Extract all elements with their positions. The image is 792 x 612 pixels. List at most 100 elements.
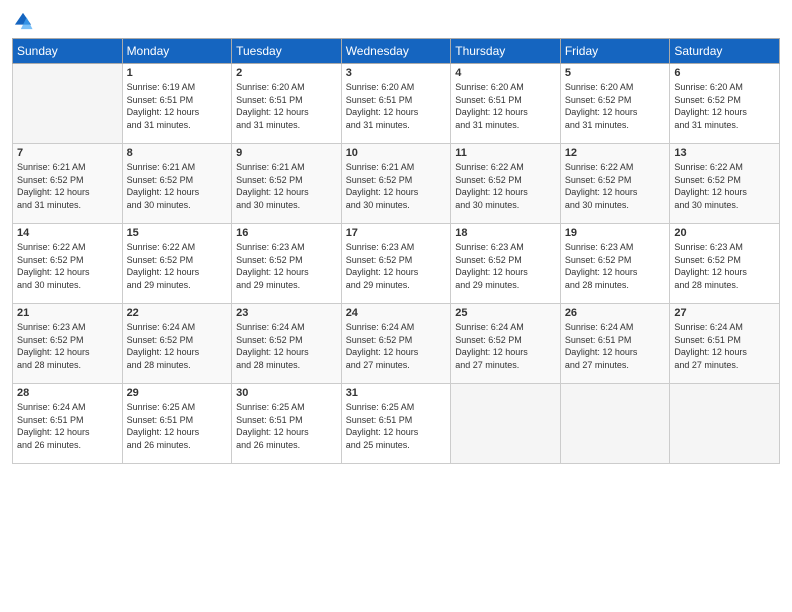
day-number: 16 [236, 227, 337, 239]
day-cell: 7 Sunrise: 6:21 AM Sunset: 6:52 PM Daylig… [13, 144, 123, 224]
day-cell: 12 Sunrise: 6:22 AM Sunset: 6:52 PM Dayli… [560, 144, 670, 224]
day-info: Sunrise: 6:25 AM Sunset: 6:51 PM Dayligh… [346, 401, 447, 451]
day-cell: 6 Sunrise: 6:20 AM Sunset: 6:52 PM Daylig… [670, 64, 780, 144]
col-header-wednesday: Wednesday [341, 39, 451, 64]
day-cell: 23 Sunrise: 6:24 AM Sunset: 6:52 PM Dayli… [232, 304, 342, 384]
week-row-2: 7 Sunrise: 6:21 AM Sunset: 6:52 PM Daylig… [13, 144, 780, 224]
day-cell: 16 Sunrise: 6:23 AM Sunset: 6:52 PM Dayli… [232, 224, 342, 304]
day-number: 11 [455, 147, 556, 159]
day-cell: 22Sunrise: 6:24 AM Sunset: 6:52 PM Dayli… [122, 304, 232, 384]
day-cell: 8 Sunrise: 6:21 AM Sunset: 6:52 PM Daylig… [122, 144, 232, 224]
day-cell: 28Sunrise: 6:24 AM Sunset: 6:51 PM Dayli… [13, 384, 123, 464]
day-info: Sunrise: 6:22 AM Sunset: 6:52 PM Dayligh… [674, 161, 775, 211]
day-info: Sunrise: 6:24 AM Sunset: 6:51 PM Dayligh… [674, 321, 775, 371]
day-info: Sunrise: 6:21 AM Sunset: 6:52 PM Dayligh… [236, 161, 337, 211]
day-number: 13 [674, 147, 775, 159]
day-number: 2 [236, 67, 337, 79]
day-info: Sunrise: 6:21 AM Sunset: 6:52 PM Dayligh… [127, 161, 228, 211]
day-cell: 17 Sunrise: 6:23 AM Sunset: 6:52 PM Dayli… [341, 224, 451, 304]
day-number: 18 [455, 227, 556, 239]
col-header-friday: Friday [560, 39, 670, 64]
day-number: 26 [565, 307, 666, 319]
day-cell: 14Sunrise: 6:22 AM Sunset: 6:52 PM Dayli… [13, 224, 123, 304]
day-number: 27 [674, 307, 775, 319]
logo-icon [12, 10, 34, 32]
day-cell: 20 Sunrise: 6:23 AM Sunset: 6:52 PM Dayli… [670, 224, 780, 304]
day-cell: 1 Sunrise: 6:19 AM Sunset: 6:51 PM Daylig… [122, 64, 232, 144]
day-number: 12 [565, 147, 666, 159]
logo [12, 10, 36, 32]
day-info: Sunrise: 6:23 AM Sunset: 6:52 PM Dayligh… [674, 241, 775, 291]
day-info: Sunrise: 6:24 AM Sunset: 6:51 PM Dayligh… [17, 401, 118, 451]
day-info: Sunrise: 6:23 AM Sunset: 6:52 PM Dayligh… [565, 241, 666, 291]
day-number: 7 [17, 147, 118, 159]
day-number: 6 [674, 67, 775, 79]
day-cell: 15 Sunrise: 6:22 AM Sunset: 6:52 PM Dayli… [122, 224, 232, 304]
day-info: Sunrise: 6:21 AM Sunset: 6:52 PM Dayligh… [17, 161, 118, 211]
day-number: 3 [346, 67, 447, 79]
day-info: Sunrise: 6:25 AM Sunset: 6:51 PM Dayligh… [127, 401, 228, 451]
day-number: 22 [127, 307, 228, 319]
day-cell: 9 Sunrise: 6:21 AM Sunset: 6:52 PM Daylig… [232, 144, 342, 224]
col-header-monday: Monday [122, 39, 232, 64]
day-cell: 18 Sunrise: 6:23 AM Sunset: 6:52 PM Dayli… [451, 224, 561, 304]
col-header-thursday: Thursday [451, 39, 561, 64]
page-container: SundayMondayTuesdayWednesdayThursdayFrid… [0, 0, 792, 474]
day-info: Sunrise: 6:20 AM Sunset: 6:51 PM Dayligh… [455, 81, 556, 131]
day-cell: 11 Sunrise: 6:22 AM Sunset: 6:52 PM Dayli… [451, 144, 561, 224]
week-row-4: 21 Sunrise: 6:23 AM Sunset: 6:52 PM Dayli… [13, 304, 780, 384]
day-info: Sunrise: 6:22 AM Sunset: 6:52 PM Dayligh… [17, 241, 118, 291]
day-info: Sunrise: 6:22 AM Sunset: 6:52 PM Dayligh… [565, 161, 666, 211]
day-cell: 31 Sunrise: 6:25 AM Sunset: 6:51 PM Dayli… [341, 384, 451, 464]
day-number: 15 [127, 227, 228, 239]
day-info: Sunrise: 6:23 AM Sunset: 6:52 PM Dayligh… [346, 241, 447, 291]
day-info: Sunrise: 6:20 AM Sunset: 6:52 PM Dayligh… [565, 81, 666, 131]
day-number: 8 [127, 147, 228, 159]
day-number: 1 [127, 67, 228, 79]
day-info: Sunrise: 6:23 AM Sunset: 6:52 PM Dayligh… [455, 241, 556, 291]
calendar-table: SundayMondayTuesdayWednesdayThursdayFrid… [12, 38, 780, 464]
day-cell: 10Sunrise: 6:21 AM Sunset: 6:52 PM Dayli… [341, 144, 451, 224]
day-info: Sunrise: 6:20 AM Sunset: 6:51 PM Dayligh… [236, 81, 337, 131]
day-cell: 5 Sunrise: 6:20 AM Sunset: 6:52 PM Daylig… [560, 64, 670, 144]
day-info: Sunrise: 6:25 AM Sunset: 6:51 PM Dayligh… [236, 401, 337, 451]
day-cell [560, 384, 670, 464]
day-cell: 13 Sunrise: 6:22 AM Sunset: 6:52 PM Dayli… [670, 144, 780, 224]
day-info: Sunrise: 6:24 AM Sunset: 6:52 PM Dayligh… [236, 321, 337, 371]
day-number: 4 [455, 67, 556, 79]
day-number: 24 [346, 307, 447, 319]
day-number: 17 [346, 227, 447, 239]
day-info: Sunrise: 6:21 AM Sunset: 6:52 PM Dayligh… [346, 161, 447, 211]
day-number: 19 [565, 227, 666, 239]
day-cell: 4 Sunrise: 6:20 AM Sunset: 6:51 PM Daylig… [451, 64, 561, 144]
day-info: Sunrise: 6:20 AM Sunset: 6:51 PM Dayligh… [346, 81, 447, 131]
day-info: Sunrise: 6:19 AM Sunset: 6:51 PM Dayligh… [127, 81, 228, 131]
day-cell: 26 Sunrise: 6:24 AM Sunset: 6:51 PM Dayli… [560, 304, 670, 384]
day-cell: 21 Sunrise: 6:23 AM Sunset: 6:52 PM Dayli… [13, 304, 123, 384]
day-number: 31 [346, 387, 447, 399]
day-cell: 19 Sunrise: 6:23 AM Sunset: 6:52 PM Dayli… [560, 224, 670, 304]
day-cell: 2 Sunrise: 6:20 AM Sunset: 6:51 PM Daylig… [232, 64, 342, 144]
day-info: Sunrise: 6:22 AM Sunset: 6:52 PM Dayligh… [455, 161, 556, 211]
day-info: Sunrise: 6:22 AM Sunset: 6:52 PM Dayligh… [127, 241, 228, 291]
day-number: 5 [565, 67, 666, 79]
day-cell [451, 384, 561, 464]
day-cell [670, 384, 780, 464]
day-info: Sunrise: 6:20 AM Sunset: 6:52 PM Dayligh… [674, 81, 775, 131]
day-info: Sunrise: 6:23 AM Sunset: 6:52 PM Dayligh… [236, 241, 337, 291]
week-row-5: 28Sunrise: 6:24 AM Sunset: 6:51 PM Dayli… [13, 384, 780, 464]
day-number: 25 [455, 307, 556, 319]
day-number: 29 [127, 387, 228, 399]
day-number: 23 [236, 307, 337, 319]
week-row-1: 1 Sunrise: 6:19 AM Sunset: 6:51 PM Daylig… [13, 64, 780, 144]
day-info: Sunrise: 6:24 AM Sunset: 6:52 PM Dayligh… [346, 321, 447, 371]
header [12, 10, 780, 32]
day-number: 9 [236, 147, 337, 159]
day-cell: 25Sunrise: 6:24 AM Sunset: 6:52 PM Dayli… [451, 304, 561, 384]
day-info: Sunrise: 6:24 AM Sunset: 6:51 PM Dayligh… [565, 321, 666, 371]
day-cell: 27 Sunrise: 6:24 AM Sunset: 6:51 PM Dayli… [670, 304, 780, 384]
day-info: Sunrise: 6:23 AM Sunset: 6:52 PM Dayligh… [17, 321, 118, 371]
col-header-sunday: Sunday [13, 39, 123, 64]
day-number: 20 [674, 227, 775, 239]
day-number: 21 [17, 307, 118, 319]
